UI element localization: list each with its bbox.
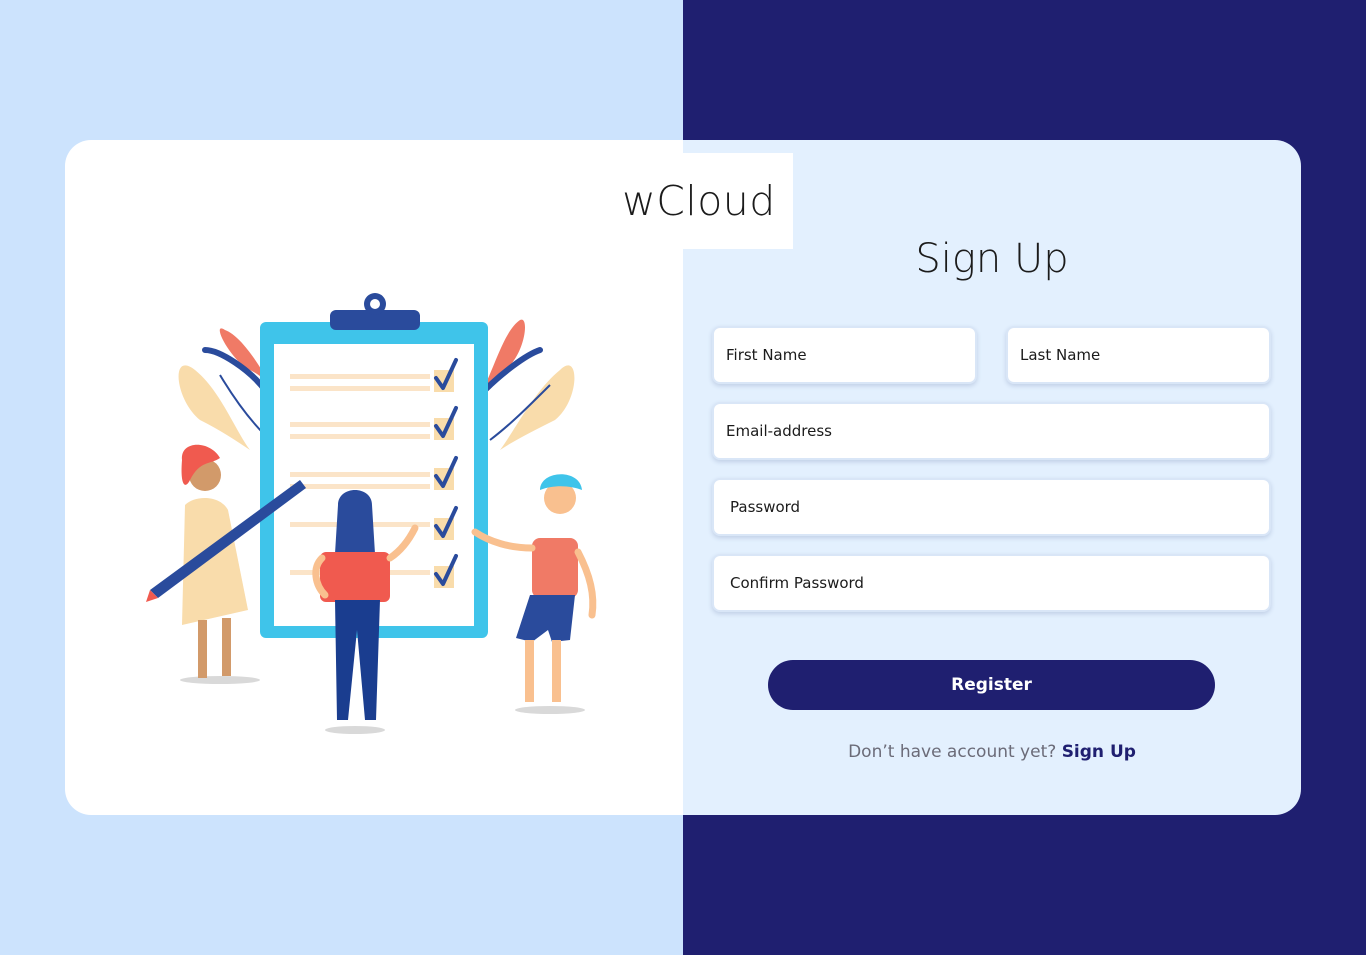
confirm-password-input[interactable] (714, 556, 1269, 610)
last-name-input[interactable] (1008, 328, 1269, 382)
password-field[interactable] (712, 478, 1271, 536)
checklist-team-illustration (146, 293, 597, 734)
leaf-decoration-right (482, 319, 575, 450)
leaf-decoration-left (178, 328, 270, 450)
man-pointing-figure (471, 474, 597, 714)
first-name-input[interactable] (714, 328, 975, 382)
signup-prompt-text: Don’t have account yet? (848, 742, 1057, 762)
page-title: Sign Up (915, 236, 1069, 282)
register-button[interactable]: Register (768, 660, 1215, 710)
first-name-field[interactable] (712, 326, 977, 384)
sign-up-link[interactable]: Sign Up (1062, 742, 1136, 762)
brand-logo: wCloud (605, 153, 793, 249)
last-name-field[interactable] (1006, 326, 1271, 384)
email-field[interactable] (712, 402, 1271, 460)
signup-prompt: Don’t have account yet? Sign Up (683, 742, 1301, 762)
confirm-password-field[interactable] (712, 554, 1271, 612)
password-input[interactable] (714, 480, 1269, 534)
brand-name: wCloud (622, 177, 776, 225)
email-input[interactable] (714, 404, 1269, 458)
